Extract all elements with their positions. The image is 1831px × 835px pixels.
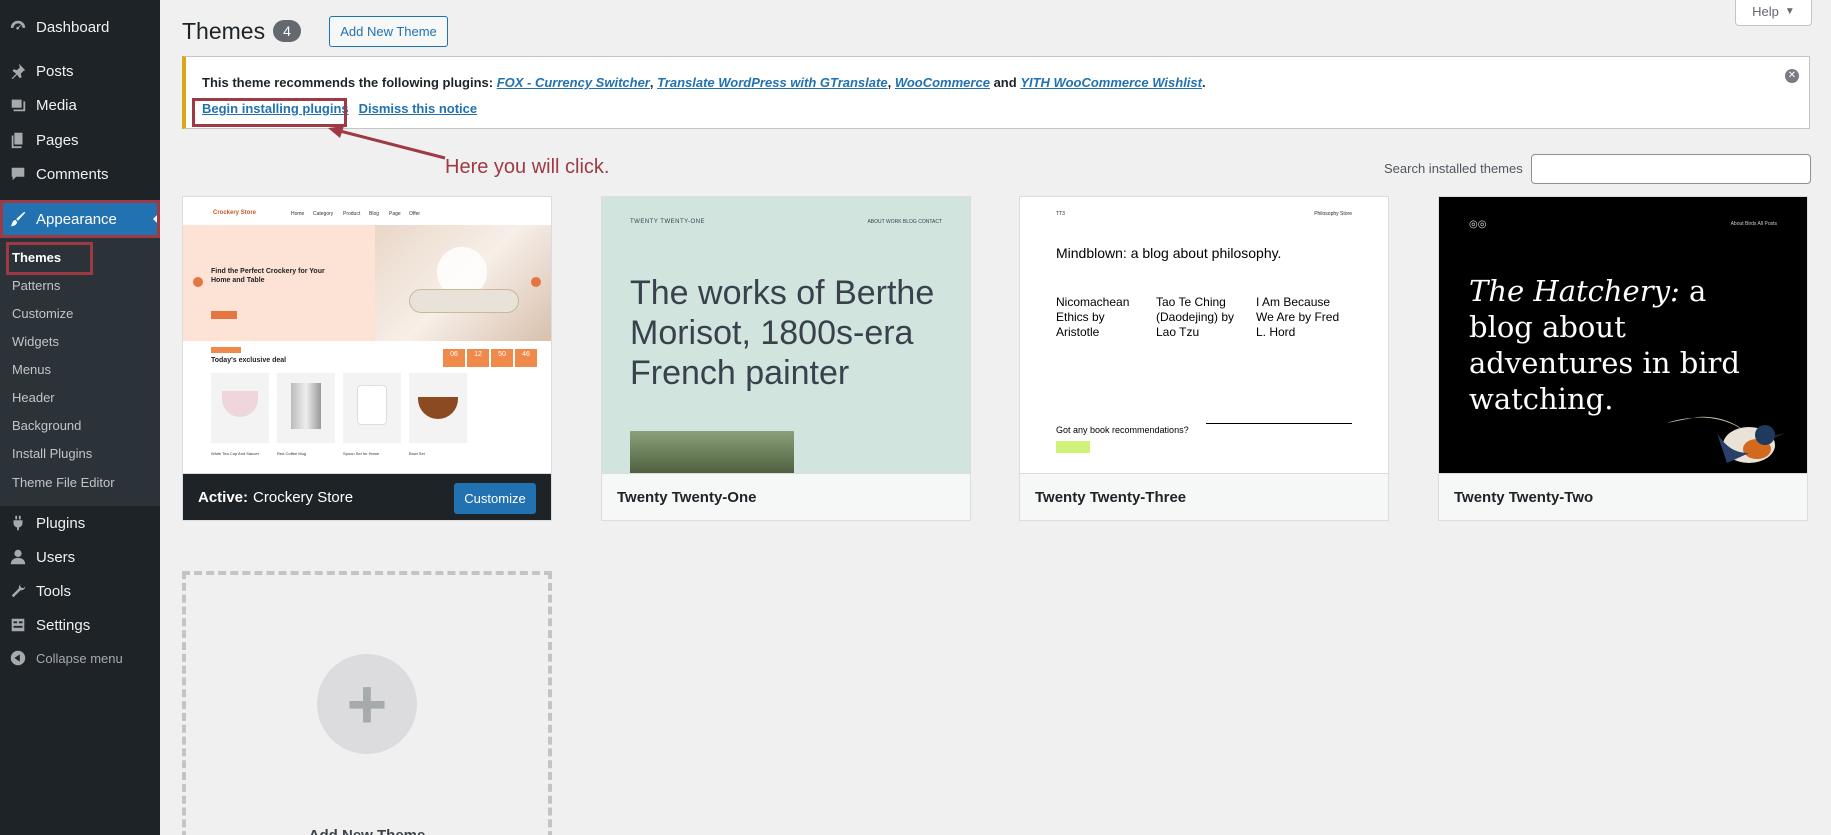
help-label: Help	[1752, 4, 1779, 19]
menu-posts[interactable]: Posts	[0, 54, 160, 88]
theme-card-twenty-twenty-one[interactable]: TWENTY TWENTY-ONE ABOUT WORK BLOG CONTAC…	[601, 196, 971, 521]
crockery-nav: Crockery Store Home Category Product Blo…	[183, 207, 551, 223]
wrench-icon	[8, 581, 28, 601]
page-title: Themes	[182, 18, 266, 44]
appearance-submenu: Themes Patterns Customize Widgets Menus …	[0, 236, 160, 506]
collapse-menu-button[interactable]: Collapse menu	[0, 641, 160, 675]
menu-label: Comments	[36, 165, 109, 183]
active-prefix: Active:	[198, 489, 249, 506]
user-icon	[8, 547, 28, 567]
comment-icon	[8, 164, 28, 184]
plus-icon: +	[317, 654, 417, 754]
menu-label: Posts	[36, 62, 74, 80]
crockery-hero: Find the Perfect Crockery for Your Home …	[183, 225, 551, 341]
notice-message: This theme recommends the following plug…	[202, 75, 1206, 90]
theme-screenshot: TWENTY TWENTY-ONE ABOUT WORK BLOG CONTAC…	[602, 197, 970, 473]
menu-tools[interactable]: Tools	[0, 574, 160, 608]
plugin-link-fox[interactable]: FOX - Currency Switcher	[497, 75, 650, 90]
caret-down-icon: ▼	[1784, 6, 1795, 17]
theme-screenshot: TT3 Philosophy Store Mindblown: a blog a…	[1020, 197, 1388, 473]
theme-count-badge: 4	[273, 20, 301, 42]
plugin-recommendation-notice: This theme recommends the following plug…	[182, 56, 1810, 129]
dismiss-notice-link[interactable]: Dismiss this notice	[359, 101, 477, 116]
media-icon	[8, 95, 28, 115]
menu-label: Tools	[36, 582, 72, 600]
submenu-install-plugins[interactable]: Install Plugins	[12, 444, 92, 464]
notice-prefix: This theme recommends the following plug…	[202, 75, 494, 90]
pages-icon	[8, 130, 28, 150]
menu-dashboard[interactable]: Dashboard	[0, 10, 160, 44]
theme-name: Twenty Twenty-Two	[1439, 473, 1807, 520]
theme-screenshot: ◎◎ About Birds All Posts The Hatchery: a…	[1439, 197, 1807, 473]
submenu-patterns[interactable]: Patterns	[12, 276, 60, 296]
search-themes-input[interactable]	[1531, 154, 1811, 184]
theme-screenshot: Crockery Store Home Category Product Blo…	[183, 197, 551, 473]
submenu-customize[interactable]: Customize	[12, 304, 73, 324]
close-icon[interactable]: ✕	[1785, 69, 1799, 83]
annotation-text: Here you will click.	[445, 156, 610, 178]
submenu-theme-file-editor[interactable]: Theme File Editor	[12, 473, 115, 493]
dashboard-icon	[8, 17, 28, 37]
theme-name: Twenty Twenty-Three	[1020, 473, 1388, 520]
submenu-widgets[interactable]: Widgets	[12, 332, 59, 352]
menu-label: Plugins	[36, 514, 86, 532]
menu-label: Collapse menu	[36, 650, 123, 666]
menu-label: Settings	[36, 616, 91, 634]
preview-title: The works of Berthe Morisot, 1800s-era F…	[630, 274, 935, 392]
theme-name: Crockery Store	[253, 489, 354, 506]
menu-plugins[interactable]: Plugins	[0, 506, 160, 540]
menu-label: Pages	[36, 131, 79, 149]
annotation-arrow-icon	[328, 126, 446, 160]
plugin-link-gtranslate[interactable]: Translate WordPress with GTranslate	[657, 75, 887, 90]
submenu-header[interactable]: Header	[12, 388, 55, 408]
admin-sidebar: Dashboard Posts Media Pages Comments App…	[0, 0, 160, 835]
menu-label: Media	[36, 96, 77, 114]
highlight-themes	[6, 242, 93, 275]
notice-and: and	[993, 75, 1017, 90]
pin-icon	[8, 61, 28, 81]
menu-label: Users	[36, 548, 76, 566]
crockery-products: Today's exclusive deal 06 12 50 46 White…	[183, 345, 551, 473]
highlight-appearance	[0, 200, 160, 238]
theme-card-crockery-store[interactable]: Crockery Store Home Category Product Blo…	[182, 196, 552, 521]
collapse-icon	[8, 648, 28, 668]
plug-icon	[8, 513, 28, 533]
menu-settings[interactable]: Settings	[0, 608, 160, 642]
theme-name: Twenty Twenty-One	[602, 473, 970, 520]
theme-card-twenty-twenty-three[interactable]: TT3 Philosophy Store Mindblown: a blog a…	[1019, 196, 1389, 521]
menu-media[interactable]: Media	[0, 88, 160, 122]
menu-label: Dashboard	[36, 18, 110, 36]
search-label: Search installed themes	[1384, 161, 1523, 176]
add-new-theme-label: Add New Theme	[186, 827, 548, 835]
add-new-theme-button[interactable]: Add New Theme	[329, 16, 448, 47]
bird-icon	[1667, 416, 1785, 463]
settings-icon	[8, 615, 28, 635]
theme-name-bar: Active: Crockery Store Customize	[183, 473, 551, 520]
plugin-link-woocommerce[interactable]: WooCommerce	[895, 75, 990, 90]
help-button[interactable]: Help ▼	[1735, 0, 1812, 26]
theme-card-twenty-twenty-two[interactable]: ◎◎ About Birds All Posts The Hatchery: a…	[1438, 196, 1808, 521]
menu-comments[interactable]: Comments	[0, 157, 160, 191]
menu-pages[interactable]: Pages	[0, 123, 160, 157]
plugin-link-yith-wishlist[interactable]: YITH WooCommerce Wishlist	[1020, 75, 1202, 90]
customize-button[interactable]: Customize	[454, 483, 536, 514]
submenu-menus[interactable]: Menus	[12, 360, 51, 380]
menu-users[interactable]: Users	[0, 540, 160, 574]
preview-title: Mindblown: a blog about philosophy.	[1056, 245, 1282, 261]
submenu-background[interactable]: Background	[12, 416, 81, 436]
highlight-begin-installing	[192, 98, 347, 127]
add-new-theme-tile[interactable]: + Add New Theme	[182, 571, 552, 835]
glasses-icon: ◎◎	[1469, 219, 1487, 230]
